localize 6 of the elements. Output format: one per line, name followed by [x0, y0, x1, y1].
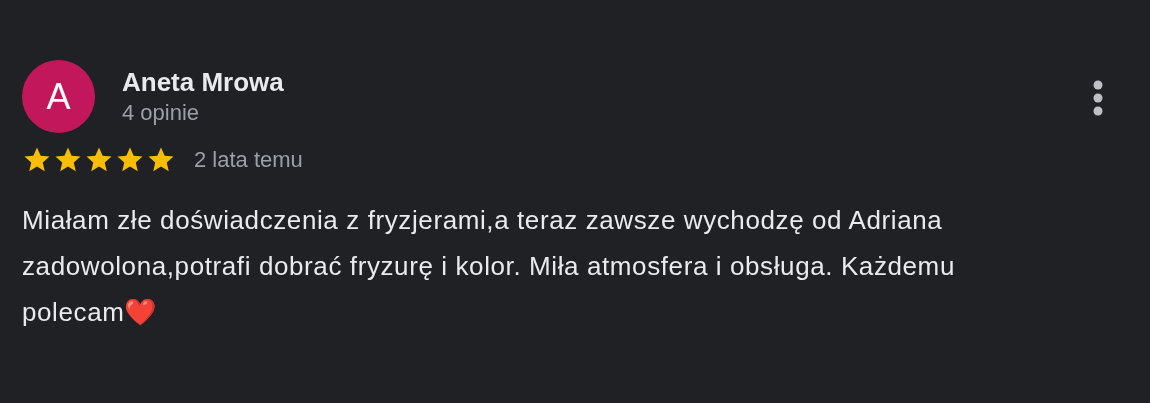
review-text: Miałam złe doświadczenia z fryzjerami,a teraz zawsze wychodzę od Adriana zadowolona,potrafi dobrać fryzurę i kolor. Miła atmosfera i obsługa. Każdemu polecam❤ [22, 204, 956, 329]
review-time: 2 lata temu [194, 147, 303, 173]
review-count: 4 opinie [122, 99, 201, 127]
author-name: Aneta Mrowa [122, 66, 285, 98]
avatar: A [22, 60, 95, 133]
more-options-icon[interactable] [1093, 80, 1103, 116]
